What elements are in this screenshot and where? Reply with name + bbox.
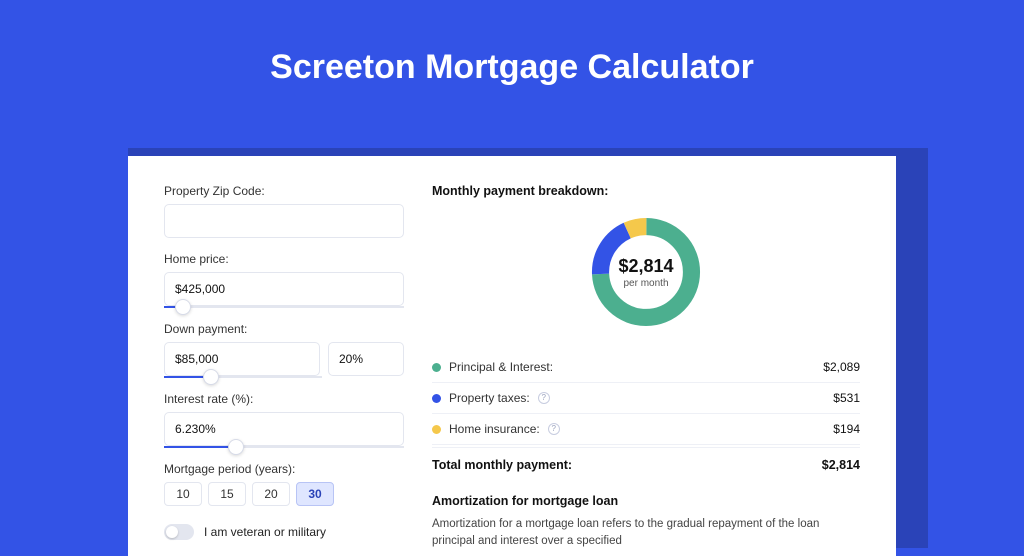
breakdown-title: Monthly payment breakdown:	[432, 184, 860, 198]
amortization-text: Amortization for a mortgage loan refers …	[432, 516, 860, 551]
calculator-card: Property Zip Code: Home price: Down paym…	[128, 156, 896, 556]
veteran-row: I am veteran or military	[164, 524, 404, 540]
donut-center: $2,814 per month	[586, 212, 706, 332]
total-label: Total monthly payment:	[432, 458, 572, 472]
period-option-10[interactable]: 10	[164, 482, 202, 506]
interest-rate-slider[interactable]	[164, 446, 404, 448]
slider-thumb[interactable]	[228, 439, 244, 455]
form-column: Property Zip Code: Home price: Down paym…	[164, 184, 404, 556]
bullet-icon	[432, 363, 441, 372]
home-price-field: Home price:	[164, 252, 404, 308]
legend-value: $531	[833, 391, 860, 405]
breakdown-column: Monthly payment breakdown: $2,814 per mo…	[432, 184, 860, 556]
down-payment-field: Down payment:	[164, 322, 404, 378]
bullet-icon	[432, 394, 441, 403]
toggle-knob	[166, 526, 178, 538]
legend-row-insurance: Home insurance: ? $194	[432, 414, 860, 445]
period-options: 10 15 20 30	[164, 482, 404, 506]
donut-chart-wrap: $2,814 per month	[432, 206, 860, 346]
interest-rate-input[interactable]	[164, 412, 404, 446]
info-icon[interactable]: ?	[538, 392, 550, 404]
mortgage-period-label: Mortgage period (years):	[164, 462, 404, 476]
total-value: $2,814	[822, 458, 860, 472]
interest-rate-label: Interest rate (%):	[164, 392, 404, 406]
legend-label: Property taxes:	[449, 391, 530, 405]
slider-thumb[interactable]	[175, 299, 191, 315]
home-price-input[interactable]	[164, 272, 404, 306]
legend-row-taxes: Property taxes: ? $531	[432, 383, 860, 414]
interest-rate-field: Interest rate (%):	[164, 392, 404, 448]
home-price-label: Home price:	[164, 252, 404, 266]
down-payment-percent-input[interactable]	[328, 342, 404, 376]
amortization-title: Amortization for mortgage loan	[432, 494, 860, 508]
slider-thumb[interactable]	[203, 369, 219, 385]
mortgage-period-field: Mortgage period (years): 10 15 20 30	[164, 462, 404, 506]
legend-value: $2,089	[823, 360, 860, 374]
down-payment-slider[interactable]	[164, 376, 322, 378]
veteran-toggle[interactable]	[164, 524, 194, 540]
bullet-icon	[432, 425, 441, 434]
donut-sublabel: per month	[623, 278, 668, 289]
legend-label: Home insurance:	[449, 422, 540, 436]
legend: Principal & Interest: $2,089 Property ta…	[432, 352, 860, 476]
legend-total-row: Total monthly payment: $2,814	[432, 447, 860, 476]
slider-fill	[164, 446, 236, 448]
legend-label: Principal & Interest:	[449, 360, 553, 374]
legend-value: $194	[833, 422, 860, 436]
period-option-15[interactable]: 15	[208, 482, 246, 506]
page-title: Screeton Mortgage Calculator	[0, 0, 1024, 115]
down-payment-amount-input[interactable]	[164, 342, 320, 376]
donut-amount: $2,814	[618, 256, 673, 277]
zip-field: Property Zip Code:	[164, 184, 404, 238]
period-option-30[interactable]: 30	[296, 482, 334, 506]
home-price-slider[interactable]	[164, 306, 404, 308]
donut-chart: $2,814 per month	[586, 212, 706, 332]
zip-input[interactable]	[164, 204, 404, 238]
down-payment-label: Down payment:	[164, 322, 404, 336]
legend-row-principal: Principal & Interest: $2,089	[432, 352, 860, 383]
veteran-label: I am veteran or military	[204, 525, 326, 539]
zip-label: Property Zip Code:	[164, 184, 404, 198]
info-icon[interactable]: ?	[548, 423, 560, 435]
period-option-20[interactable]: 20	[252, 482, 290, 506]
